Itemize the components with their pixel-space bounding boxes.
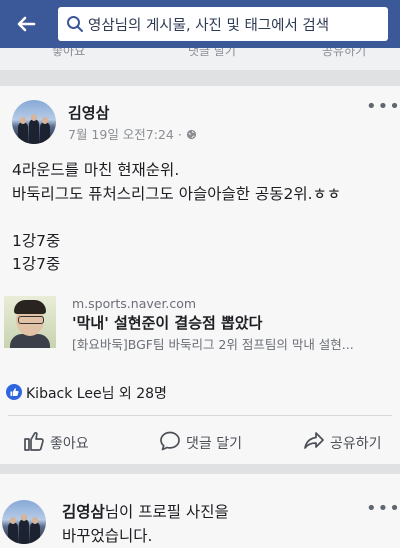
prev-like-button[interactable]: 좋아요	[52, 48, 85, 59]
comment-button[interactable]: 댓글 달기	[158, 429, 268, 455]
link-preview[interactable]: m.sports.naver.com '막내' 설현준이 결승점 뽑았다 [화요…	[0, 296, 400, 356]
post-timestamp[interactable]: 7월 19일 오전7:24 ·	[68, 124, 197, 143]
post-date: 7월 19일 오전7:24 ·	[68, 127, 186, 142]
next-post-action-text-2: 바꾸었습니다.	[62, 527, 153, 545]
search-query-text: 영삼님의 게시물, 사진 및 태그에서 검색	[88, 18, 330, 34]
author-avatar[interactable]	[12, 100, 56, 144]
search-input[interactable]: 영삼님의 게시물, 사진 및 태그에서 검색	[58, 7, 388, 41]
share-icon	[304, 432, 324, 449]
actions-divider	[8, 415, 392, 416]
post-card: 김영삼 7월 19일 오전7:24 · ••• 4라운드를 마친 현재순위. 바…	[0, 86, 400, 464]
link-description: [화요바둑]BGF팀 바둑리그 2위 점프팀의 막내 설현...	[72, 337, 354, 352]
like-reaction-icon	[6, 384, 22, 400]
reaction-count-text: 님 외 28명	[101, 386, 167, 402]
thumbs-up-icon	[24, 432, 44, 451]
share-button[interactable]: 공유하기	[302, 429, 398, 455]
share-label: 공유하기	[330, 436, 382, 452]
prev-share-button[interactable]: 공유하기	[322, 48, 366, 59]
next-post-action-text: 님이 프로필 사진을	[104, 503, 229, 521]
post-text-line: 1강7중	[12, 255, 61, 273]
like-button[interactable]: 좋아요	[22, 429, 112, 455]
previous-post-actions: 좋아요 댓글 달기 공유하기	[0, 48, 400, 70]
link-title: '막내' 설현준이 결승점 뽑았다	[72, 314, 263, 332]
next-post-author[interactable]: 김영삼	[62, 503, 105, 521]
next-post-headline: 김영삼님이 프로필 사진을	[62, 500, 229, 522]
search-header: 영삼님의 게시물, 사진 및 태그에서 검색	[0, 0, 400, 48]
next-post-options-icon[interactable]: •••	[366, 498, 400, 519]
back-arrow-icon[interactable]	[14, 12, 38, 36]
comment-icon	[160, 431, 180, 451]
next-post-avatar[interactable]	[2, 500, 46, 544]
like-label: 좋아요	[50, 436, 89, 452]
link-thumbnail	[4, 296, 56, 348]
prev-comment-button[interactable]: 댓글 달기	[188, 48, 236, 59]
globe-icon	[186, 129, 196, 140]
post-options-icon[interactable]: •••	[366, 96, 400, 117]
author-name[interactable]: 김영삼	[68, 102, 109, 123]
comment-label: 댓글 달기	[186, 436, 242, 452]
reaction-summary[interactable]: Kiback Lee님 외 28명	[26, 383, 167, 403]
reactor-name: Kiback Lee	[26, 386, 102, 402]
next-post-card: 김영삼님이 프로필 사진을 바꾸었습니다. •••	[0, 474, 400, 548]
post-text-line: 1강7중	[12, 232, 61, 250]
post-text-line: 바둑리그도 퓨처스리그도 아슬아슬한 공동2위.ㅎㅎ	[12, 185, 342, 203]
search-icon	[67, 16, 83, 32]
link-domain: m.sports.naver.com	[72, 296, 197, 311]
post-text-line: 4라운드를 마친 현재순위.	[12, 161, 180, 179]
